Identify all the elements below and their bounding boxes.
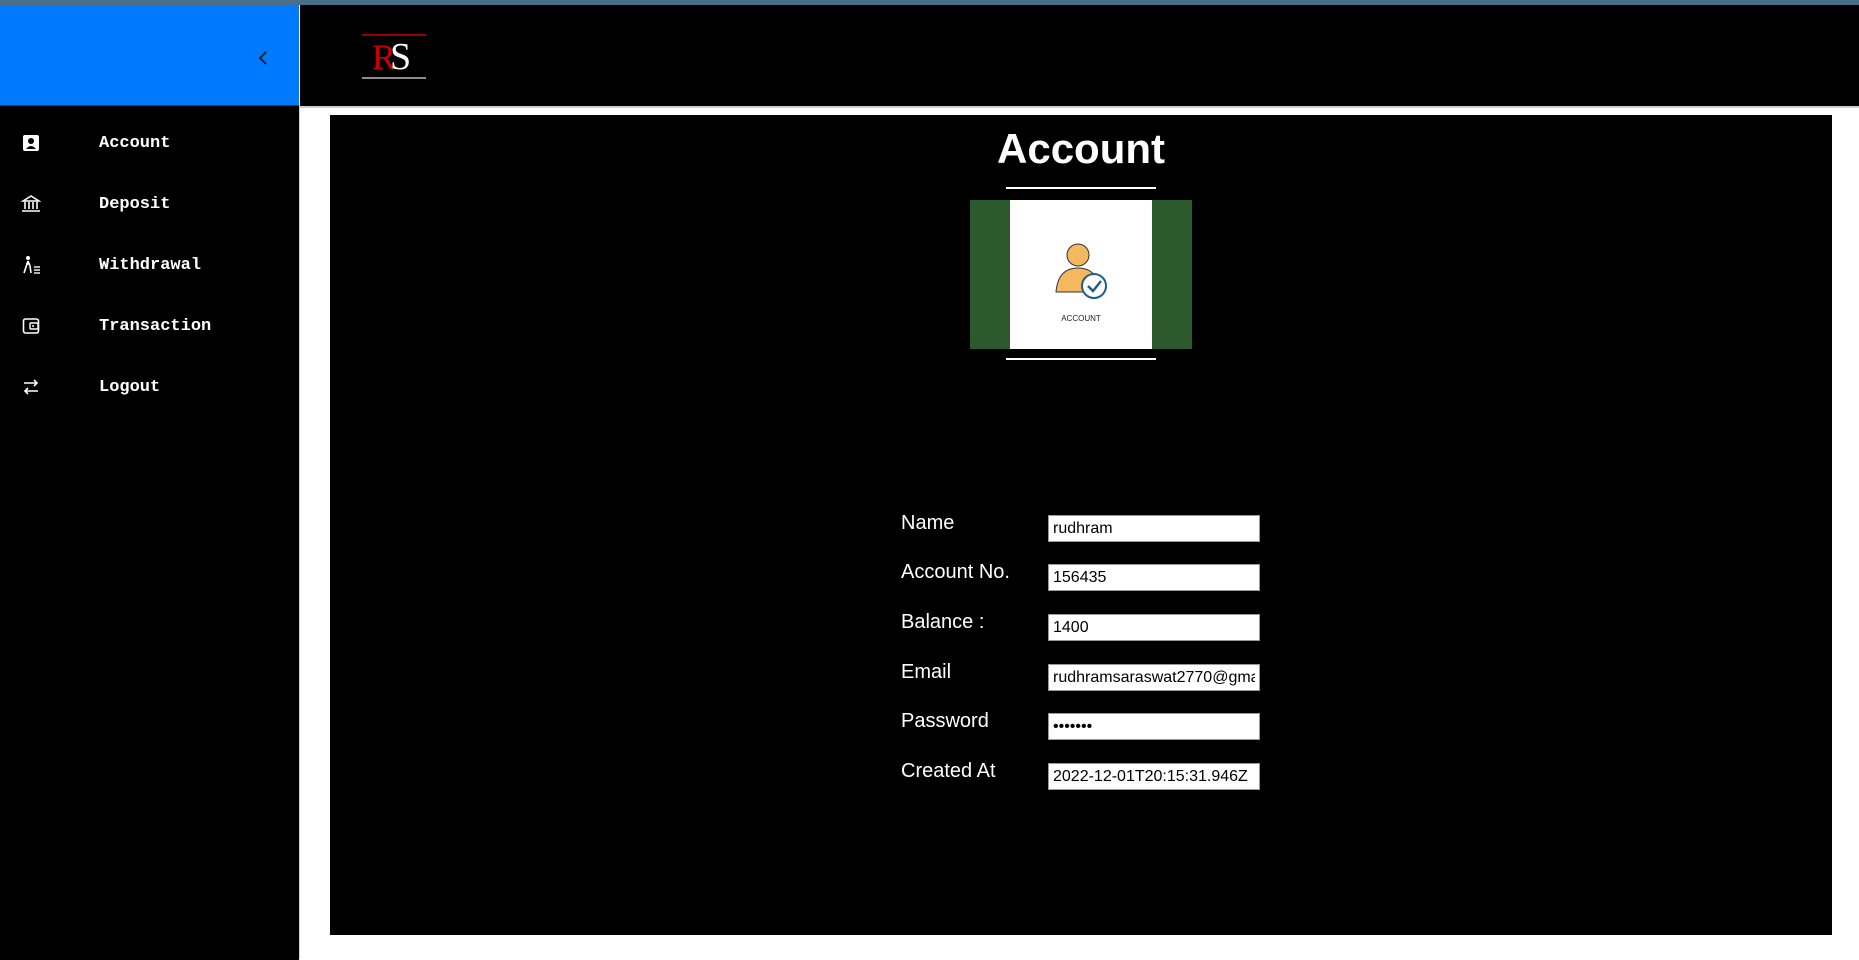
sidebar-item-account[interactable]: Account	[0, 120, 299, 166]
title-divider-top	[1006, 187, 1156, 189]
withdrawal-icon	[20, 254, 42, 276]
rs-logo-icon: R S	[362, 34, 426, 79]
sidebar-item-label: Deposit	[99, 194, 171, 214]
sidebar-divider	[299, 105, 300, 959]
top-header: R S	[300, 5, 1859, 108]
sidebar-item-deposit[interactable]: Deposit	[0, 181, 299, 227]
sidebar-item-transaction[interactable]: Transaction	[0, 303, 299, 349]
swap-arrows-icon	[20, 376, 42, 398]
chevron-left-icon	[258, 51, 267, 65]
account-number-label: Account No.	[901, 561, 1010, 583]
created-at-field[interactable]	[1048, 763, 1260, 790]
collapse-sidebar-button[interactable]	[252, 45, 274, 71]
sidebar-item-label: Transaction	[99, 316, 212, 336]
balance-field[interactable]	[1048, 614, 1260, 641]
created-at-label: Created At	[901, 760, 996, 782]
sidebar-item-label: Account	[99, 133, 171, 153]
email-field[interactable]	[1048, 664, 1260, 691]
balance-label: Balance :	[901, 611, 985, 633]
sidebar-item-label: Withdrawal	[99, 255, 202, 275]
account-image-card: ACCOUNT	[970, 200, 1192, 349]
card-caption: ACCOUNT	[1061, 314, 1101, 323]
password-field[interactable]	[1048, 713, 1260, 740]
svg-text:S: S	[390, 36, 411, 78]
brand-logo[interactable]: R S	[362, 33, 428, 80]
email-label: Email	[901, 661, 952, 683]
sidebar: Account Deposit Withdrawal Transaction L…	[0, 105, 299, 960]
verified-user-icon	[1055, 243, 1107, 299]
sidebar-item-label: Logout	[99, 377, 161, 397]
title-divider-bottom	[1006, 358, 1156, 360]
account-image: ACCOUNT	[1010, 200, 1152, 349]
bank-icon	[20, 193, 42, 215]
main-content: Account ACCOUNT Name Account No. Balance…	[330, 115, 1832, 935]
sidebar-item-withdrawal[interactable]: Withdrawal	[0, 242, 299, 288]
password-label: Password	[901, 710, 989, 732]
account-box-icon	[20, 132, 42, 154]
name-label: Name	[901, 512, 955, 534]
page-title: Account	[997, 125, 1165, 172]
account-number-field[interactable]	[1048, 564, 1260, 591]
sidebar-item-logout[interactable]: Logout	[0, 364, 299, 410]
sidebar-brand-bar	[0, 5, 299, 105]
name-field[interactable]	[1048, 515, 1260, 542]
wallet-icon	[20, 315, 42, 337]
